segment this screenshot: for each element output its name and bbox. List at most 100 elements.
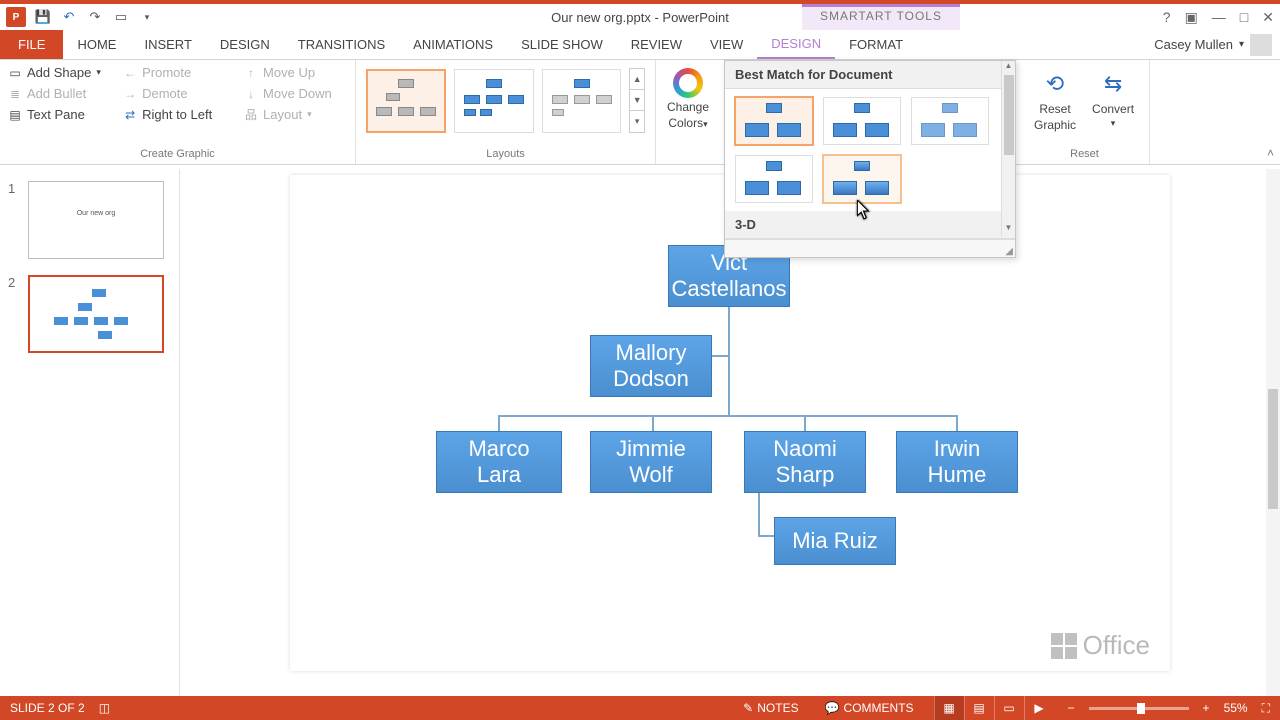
tab-smartart-design[interactable]: DESIGN [757, 30, 835, 59]
layout-thumb-1[interactable] [366, 69, 446, 133]
org-node-5[interactable]: Naomi Sharp [744, 431, 866, 493]
notes-button[interactable]: ✎NOTES [737, 701, 804, 715]
qat-customize-icon[interactable]: ▾ [138, 8, 156, 26]
tab-slideshow[interactable]: SLIDE SHOW [507, 30, 617, 59]
redo-icon[interactable]: ↷ [86, 8, 104, 26]
tab-file[interactable]: FILE [0, 30, 63, 59]
ribbon-display-options-icon[interactable]: ▣ [1185, 9, 1198, 26]
org-chart[interactable]: Vict Castellanos Mallory Dodson Marco La… [290, 245, 1170, 645]
zoom-out-button[interactable]: − [1068, 701, 1075, 715]
zoom-slider[interactable] [1089, 707, 1189, 710]
change-colors-label-2: Colors▾ [668, 116, 707, 130]
user-account[interactable]: Casey Mullen▾ [1154, 30, 1280, 59]
style-thumb-4[interactable] [735, 155, 813, 203]
tab-transitions[interactable]: TRANSITIONS [284, 30, 399, 59]
start-from-beginning-icon[interactable]: ▭ [112, 8, 130, 26]
spellcheck-icon[interactable]: ◫ [99, 701, 110, 715]
flyout-scroll-up-icon[interactable]: ▲ [1002, 61, 1015, 75]
powerpoint-app-icon: P [6, 7, 26, 27]
promote-button[interactable]: ←Promote [121, 64, 228, 81]
style-thumb-5[interactable] [823, 155, 901, 203]
flyout-scroll-down-icon[interactable]: ▼ [1002, 223, 1015, 237]
smartart-styles-flyout: Best Match for Document 3-D ▲ ▼ ◢ [724, 60, 1016, 258]
tab-animations[interactable]: ANIMATIONS [399, 30, 507, 59]
close-icon[interactable]: ✕ [1262, 9, 1274, 26]
layouts-scroll-down-icon[interactable]: ▼ [630, 90, 644, 111]
convert-icon: ⇆ [1097, 68, 1129, 100]
move-up-button[interactable]: ↑Move Up [242, 64, 349, 81]
layouts-group-label: Layouts [362, 146, 649, 164]
connector [498, 415, 958, 417]
text-pane-icon: ▤ [8, 108, 22, 122]
tab-review[interactable]: REVIEW [617, 30, 696, 59]
zoom-level[interactable]: 55% [1224, 701, 1248, 715]
slide-thumb-1[interactable]: Our new org [28, 181, 164, 259]
slide-thumb-2[interactable] [28, 275, 164, 353]
style-thumb-1[interactable] [735, 97, 813, 145]
slide-indicator: SLIDE 2 OF 2 [10, 701, 85, 715]
minimize-icon[interactable]: — [1212, 9, 1226, 26]
canvas-scroll-thumb[interactable] [1268, 389, 1278, 509]
ribbon-group-create-graphic: ▭Add Shape ▾ ≣Add Bullet ▤Text Pane ←Pro… [0, 60, 356, 164]
tab-view[interactable]: VIEW [696, 30, 757, 59]
tab-design[interactable]: DESIGN [206, 30, 284, 59]
flyout-header-best-match: Best Match for Document [725, 61, 1015, 89]
org-node-4[interactable]: Jimmie Wolf [590, 431, 712, 493]
comments-button[interactable]: 💬COMMENTS [819, 701, 920, 715]
layouts-gallery-spinner[interactable]: ▲ ▼ ▾ [629, 68, 645, 133]
slide-number-1: 1 [8, 181, 20, 259]
quick-access-toolbar: P 💾 ↶ ↷ ▭ ▾ [0, 7, 156, 27]
move-down-button[interactable]: ↓Move Down [242, 85, 349, 102]
reading-view-button[interactable]: ▭ [994, 696, 1024, 720]
add-bullet-button[interactable]: ≣Add Bullet [6, 85, 107, 102]
canvas-vertical-scrollbar[interactable] [1266, 169, 1280, 696]
text-pane-button[interactable]: ▤Text Pane [6, 106, 107, 123]
title-bar: P 💾 ↶ ↷ ▭ ▾ Our new org.pptx - PowerPoin… [0, 0, 1280, 30]
ribbon-tabs: FILE HOME INSERT DESIGN TRANSITIONS ANIM… [0, 30, 1280, 60]
tab-insert[interactable]: INSERT [130, 30, 205, 59]
layouts-more-icon[interactable]: ▾ [630, 111, 644, 132]
promote-icon: ← [123, 66, 137, 80]
demote-icon: → [123, 87, 137, 101]
demote-button[interactable]: →Demote [121, 85, 228, 102]
flyout-scroll-thumb[interactable] [1004, 75, 1014, 155]
convert-label: Convert [1092, 102, 1134, 116]
add-shape-button[interactable]: ▭Add Shape ▾ [6, 64, 107, 81]
org-node-3[interactable]: Marco Lara [436, 431, 562, 493]
zoom-handle[interactable] [1137, 703, 1145, 714]
zoom-in-button[interactable]: + [1203, 701, 1210, 715]
ribbon-group-layouts: ▲ ▼ ▾ Layouts [356, 60, 656, 164]
flyout-resize-grip-icon[interactable]: ◢ [1005, 246, 1013, 257]
org-node-6[interactable]: Irwin Hume [896, 431, 1018, 493]
change-colors-button[interactable]: Change Colors▾ [662, 64, 714, 134]
move-up-icon: ↑ [244, 66, 258, 80]
tab-smartart-format[interactable]: FORMAT [835, 30, 917, 59]
save-icon[interactable]: 💾 [34, 8, 52, 26]
sorter-view-button[interactable]: ▤ [964, 696, 994, 720]
change-colors-label-1: Change [667, 100, 709, 114]
undo-icon[interactable]: ↶ [60, 8, 78, 26]
slide-number-2: 2 [8, 275, 20, 353]
layout-thumb-3[interactable] [542, 69, 622, 133]
tab-home[interactable]: HOME [63, 30, 130, 59]
layout-thumb-2[interactable] [454, 69, 534, 133]
view-buttons: ▦ ▤ ▭ ▶ [934, 696, 1054, 720]
style-thumb-2[interactable] [823, 97, 901, 145]
help-icon[interactable]: ? [1163, 9, 1171, 26]
convert-button[interactable]: ⇆ Convert ▾ [1084, 64, 1142, 136]
reset-graphic-button[interactable]: ⟲ Reset Graphic [1026, 64, 1084, 136]
comments-icon: 💬 [825, 701, 840, 715]
layout-button[interactable]: 品Layout ▾ [242, 106, 349, 123]
org-node-2[interactable]: Mallory Dodson [590, 335, 712, 397]
layout-icon: 品 [244, 108, 258, 122]
layouts-scroll-up-icon[interactable]: ▲ [630, 69, 644, 90]
org-node-7[interactable]: Mia Ruiz [774, 517, 896, 565]
style-thumb-3[interactable] [911, 97, 989, 145]
slideshow-view-button[interactable]: ▶ [1024, 696, 1054, 720]
normal-view-button[interactable]: ▦ [934, 696, 964, 720]
maximize-icon[interactable]: □ [1240, 9, 1248, 26]
right-to-left-button[interactable]: ⇄Right to Left [121, 106, 228, 123]
collapse-ribbon-icon[interactable]: ˄ [1267, 146, 1274, 160]
fit-to-window-button[interactable]: ⛶ [1262, 701, 1270, 716]
flyout-scrollbar[interactable]: ▲ ▼ [1001, 61, 1015, 237]
